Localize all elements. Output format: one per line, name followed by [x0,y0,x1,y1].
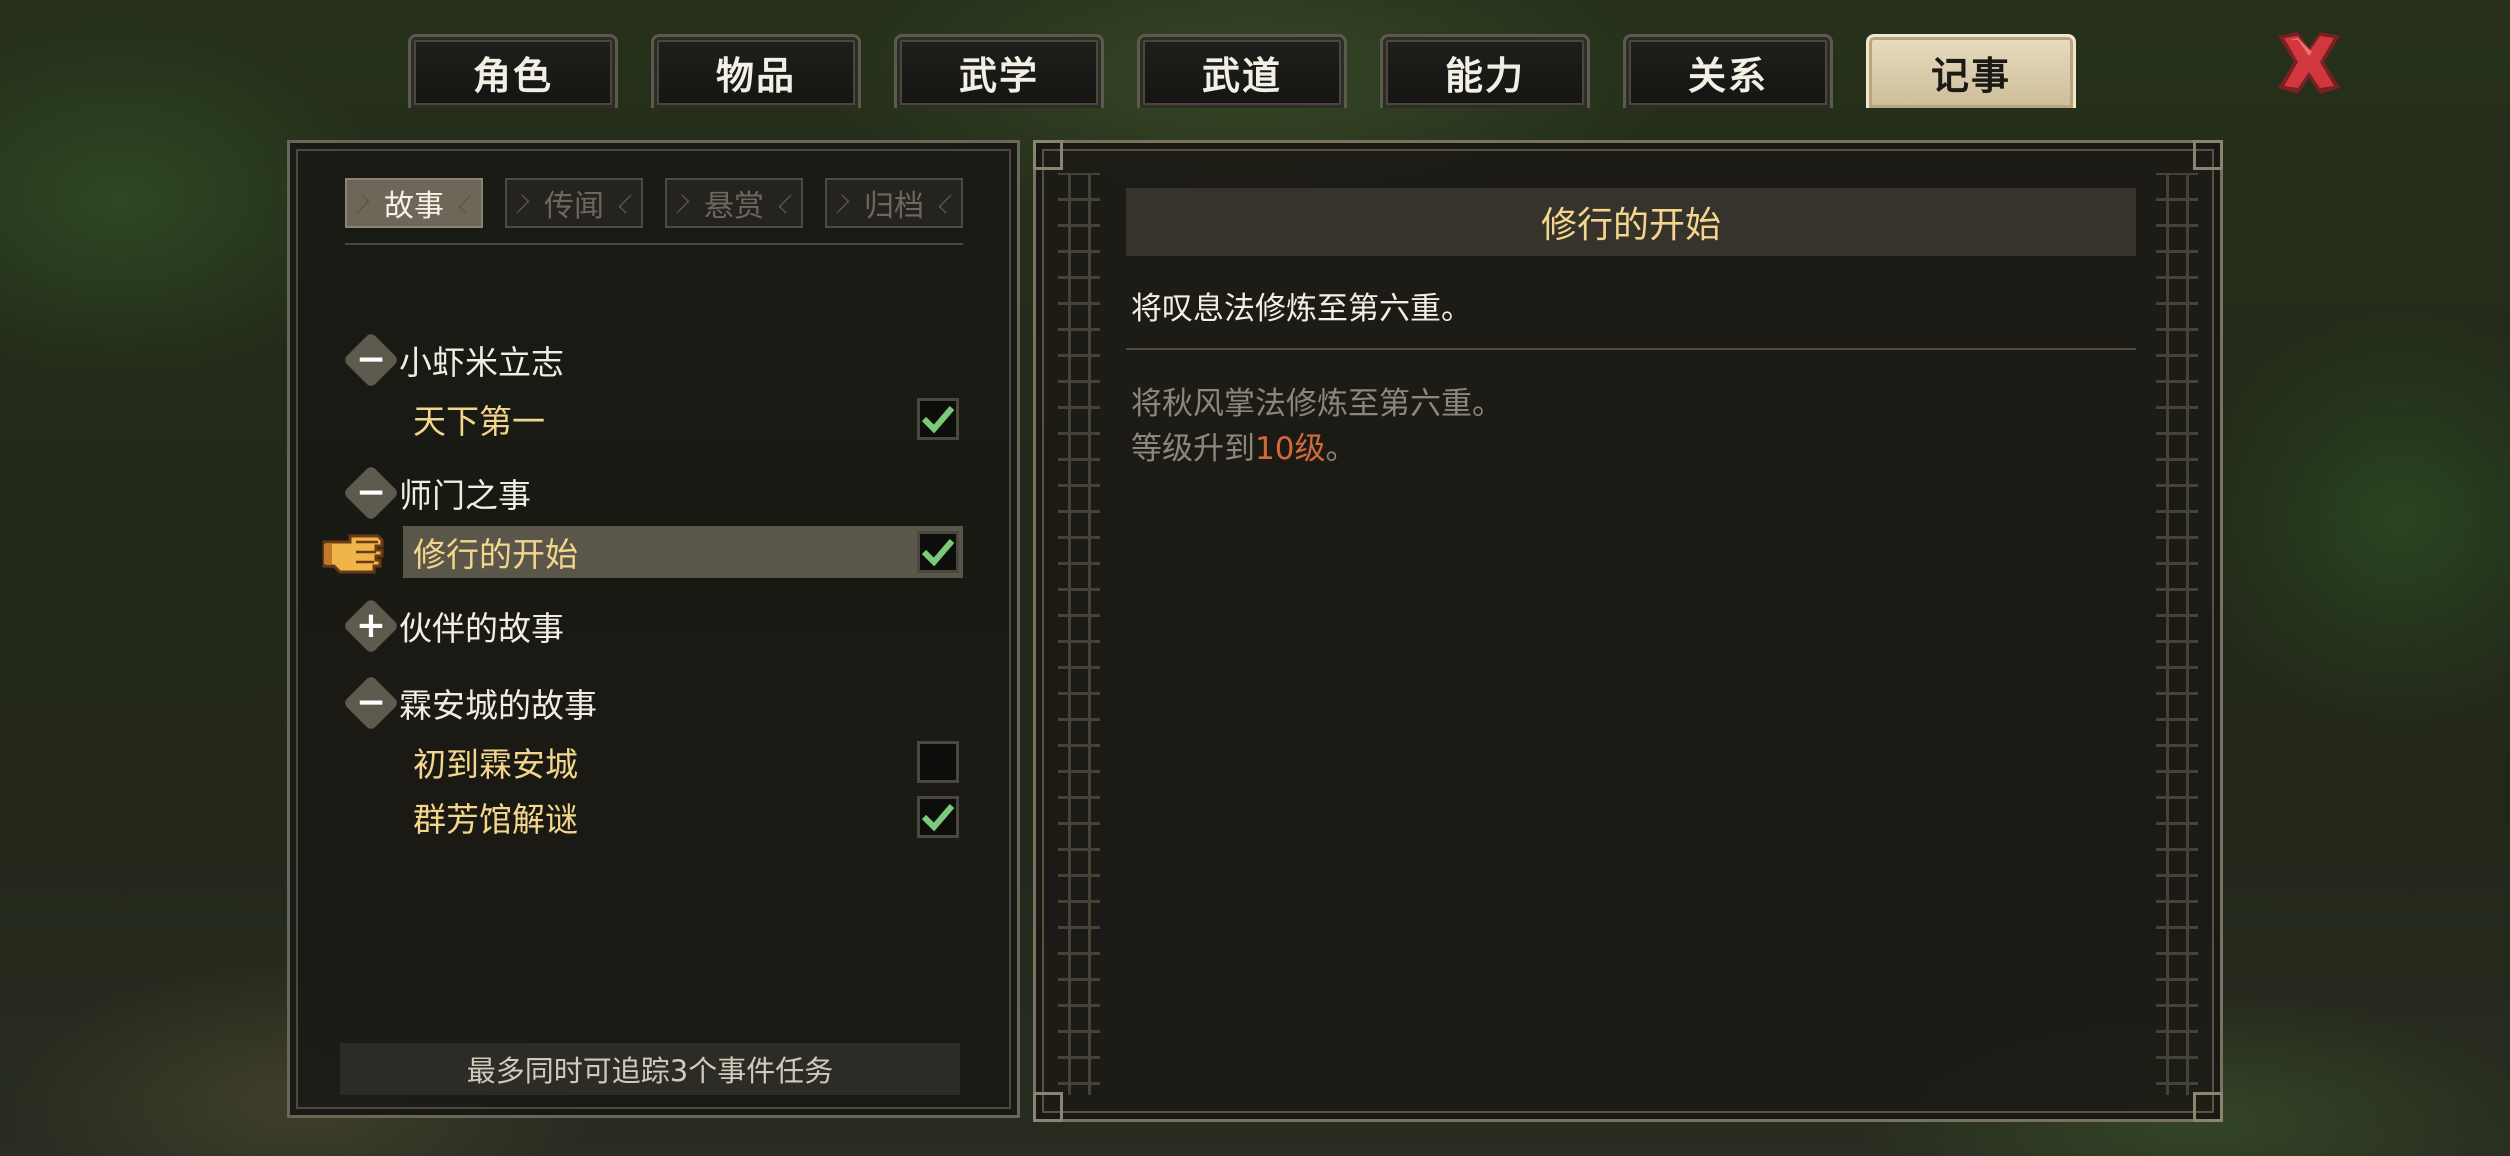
pointing-hand-icon [322,534,384,574]
frame-corner [1033,1092,1063,1122]
subtab-archive[interactable]: 归档 [825,178,963,228]
level-highlight: 10级 [1255,431,1326,467]
collapse-icon[interactable]: − [345,467,397,519]
quest-detail-title: 修行的开始 [1126,188,2136,256]
tab-relations[interactable]: 关系 [1623,34,1833,108]
quest-group-title: 霖安城的故事 [399,686,597,725]
quest-completed-objective: 将秋风掌法修炼至第六重。 [1131,386,1503,422]
quest-row[interactable]: 群芳馆解谜 [403,791,963,843]
subtab-divider [345,243,963,245]
frame-corner [2193,1092,2223,1122]
detail-divider [1126,348,2136,350]
quest-track-checkbox[interactable] [917,531,959,573]
tab-abilities[interactable]: 能力 [1380,34,1590,108]
subtab-bounties[interactable]: 悬赏 [665,178,803,228]
quest-label: 群芳馆解谜 [413,800,578,839]
fret-border-left [1058,173,1100,1095]
quest-group-header[interactable]: − 小虾米立志 [345,333,564,387]
tab-martial-arts[interactable]: 武学 [894,34,1104,108]
checkmark-icon [921,804,955,832]
quest-group-header[interactable]: − 霖安城的故事 [345,676,597,730]
quest-label: 初到霖安城 [413,745,578,784]
collapse-icon[interactable]: − [345,677,397,729]
quest-track-checkbox[interactable] [917,796,959,838]
checkmark-icon [921,406,955,434]
tab-martial-way[interactable]: 武道 [1137,34,1347,108]
frame-corner [2193,140,2223,170]
quest-group-title: 伙伴的故事 [399,609,564,648]
tab-character[interactable]: 角色 [408,34,618,108]
quest-row[interactable]: 初到霖安城 [403,736,963,788]
journal-subtabs: 故事 传闻 悬赏 归档 [345,178,963,228]
quest-track-checkbox[interactable] [917,398,959,440]
objective-suffix: 。 [1325,431,1357,467]
quest-row[interactable]: 天下第一 [403,393,963,445]
tab-journal[interactable]: 记事 [1866,34,2076,108]
quest-list-panel: 故事 传闻 悬赏 归档 − 小虾米立志 天下第一 − 师门之事 修行的开始 + … [287,140,1020,1118]
frame-corner [1033,140,1063,170]
track-limit-note: 最多同时可追踪3个事件任务 [340,1043,960,1095]
close-x-icon [2278,32,2340,94]
main-tab-bar: 角色 物品 武学 武道 能力 关系 记事 [0,0,2510,110]
quest-label: 天下第一 [413,402,545,441]
quest-detail-panel: 修行的开始 将叹息法修炼至第六重。 将秋风掌法修炼至第六重。 等级升到10级。 [1033,140,2223,1122]
subtab-rumors[interactable]: 传闻 [505,178,643,228]
quest-group-title: 小虾米立志 [399,343,564,382]
fret-border-right [2156,173,2198,1095]
quest-group-header[interactable]: − 师门之事 [345,466,531,520]
subtab-stories[interactable]: 故事 [345,178,483,228]
tab-items[interactable]: 物品 [651,34,861,108]
objective-text: 等级升到 [1131,431,1255,467]
quest-group-title: 师门之事 [399,476,531,515]
quest-track-checkbox[interactable] [917,741,959,783]
quest-group-header[interactable]: + 伙伴的故事 [345,599,564,653]
quest-row-selected[interactable]: 修行的开始 [403,526,963,578]
checkmark-icon [921,539,955,567]
collapse-icon[interactable]: − [345,334,397,386]
quest-completed-objective: 等级升到10级。 [1131,423,1356,468]
close-button[interactable] [2268,22,2350,104]
quest-label: 修行的开始 [413,535,578,574]
quest-current-objective: 将叹息法修炼至第六重。 [1131,291,1472,327]
expand-icon[interactable]: + [345,600,397,652]
